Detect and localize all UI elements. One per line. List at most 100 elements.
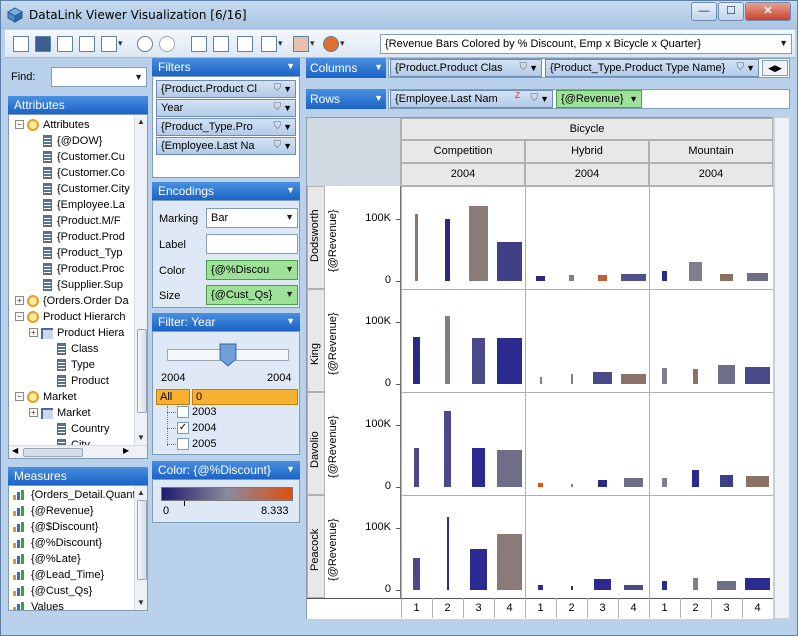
scroll-up-icon[interactable]: ▲: [137, 117, 145, 126]
chevron-down-icon[interactable]: ▼: [286, 464, 295, 474]
chart-bar[interactable]: [413, 337, 420, 384]
attribute-item[interactable]: {Employee.La: [9, 197, 134, 213]
measure-item[interactable]: {@$Discount}: [9, 519, 134, 535]
layout-icon[interactable]: [191, 36, 207, 52]
chart-bar[interactable]: [597, 479, 608, 487]
chevron-down-icon[interactable]: ▼: [283, 103, 292, 113]
chevron-down-icon[interactable]: ▼: [629, 94, 638, 104]
year-slider-thumb[interactable]: [219, 343, 237, 367]
year-all-button[interactable]: All: [156, 389, 190, 405]
columns-scroll-buttons[interactable]: ◀▶: [762, 60, 788, 76]
scroll-right-icon[interactable]: ▶: [775, 63, 782, 73]
measure-item[interactable]: {Orders_Detail.Quant: [9, 487, 136, 503]
color-fill-icon[interactable]: [323, 36, 345, 52]
chart-bar[interactable]: [624, 478, 643, 487]
attribute-item[interactable]: − Attributes: [9, 117, 134, 133]
year-checkbox[interactable]: [177, 406, 189, 418]
chart-bar[interactable]: [497, 338, 522, 384]
attribute-item[interactable]: {Product_Typ: [9, 245, 134, 261]
attributes-scrollbar[interactable]: ▲ ▼: [134, 115, 147, 445]
scroll-down-icon[interactable]: ▼: [137, 433, 145, 442]
measure-item[interactable]: {@%Late}: [9, 551, 134, 567]
chevron-down-icon[interactable]: ▼: [286, 185, 295, 195]
attributes-hscroll-thumb[interactable]: [23, 448, 83, 457]
chart-bar[interactable]: [662, 271, 667, 281]
undo-icon[interactable]: [137, 36, 153, 52]
chart-bar[interactable]: [570, 586, 573, 590]
measure-item[interactable]: Values: [9, 599, 134, 610]
expand-icon[interactable]: +: [29, 408, 38, 417]
chart-bar[interactable]: [471, 447, 486, 487]
chart-bar[interactable]: [415, 213, 418, 281]
attribute-item[interactable]: Type: [9, 357, 134, 373]
collapse-icon[interactable]: −: [15, 120, 24, 129]
measures-scroll-thumb[interactable]: [137, 500, 147, 580]
chart-bar[interactable]: [746, 475, 769, 487]
chart-bar[interactable]: [719, 274, 734, 281]
chart-bar[interactable]: [537, 483, 544, 487]
attribute-item[interactable]: − Market: [9, 389, 134, 405]
filter-pill[interactable]: Year ⛉ ▼: [156, 99, 296, 117]
year-count-field[interactable]: 0: [192, 389, 298, 405]
chart-bar[interactable]: [535, 276, 546, 281]
measure-item[interactable]: {@Revenue}: [9, 503, 134, 519]
chevron-down-icon[interactable]: ▼: [283, 122, 292, 132]
chart-bar[interactable]: [497, 449, 522, 487]
chart-bar[interactable]: [719, 474, 734, 487]
measure-item[interactable]: {@%Discount}: [9, 535, 134, 551]
measures-scrollbar[interactable]: ▲ ▼: [134, 486, 147, 610]
attribute-item[interactable]: {Supplier.Sup: [9, 277, 134, 293]
chart-bar[interactable]: [444, 410, 451, 487]
chart-bar[interactable]: [413, 557, 420, 590]
filter-pill[interactable]: {Employee.Last Na ⛉ ▼: [156, 137, 296, 155]
rows-pill-revenue[interactable]: {@Revenue} ▼: [556, 90, 642, 108]
visualization-canvas[interactable]: Bicycle Competition 2004 Hybrid 2004 Mountain…: [306, 117, 773, 619]
chart-bar[interactable]: [661, 477, 668, 487]
chart-bar[interactable]: [469, 206, 488, 281]
chart-bar[interactable]: [747, 272, 768, 281]
rows-pill-employee[interactable]: {Employee.Last Nam Z ⛉ ▼: [390, 90, 553, 108]
chart-bar[interactable]: [568, 275, 575, 281]
color-field[interactable]: {@%Discou ▼: [206, 260, 298, 280]
expand-icon[interactable]: +: [29, 328, 38, 337]
chart-type-icon[interactable]: [293, 36, 315, 52]
chart-bar[interactable]: [621, 274, 646, 281]
chart-bar[interactable]: [688, 262, 703, 281]
chevron-down-icon[interactable]: ▼: [283, 84, 292, 94]
chevron-down-icon[interactable]: ▼: [286, 61, 295, 71]
chevron-down-icon[interactable]: ▼: [529, 63, 538, 73]
minimize-button[interactable]: —: [691, 2, 717, 21]
expand-icon[interactable]: +: [15, 296, 24, 305]
scroll-up-icon[interactable]: ▲: [137, 488, 145, 497]
measure-item[interactable]: {@Lead_Time}: [9, 567, 134, 583]
collapse-icon[interactable]: −: [15, 312, 24, 321]
chart-bar[interactable]: [745, 577, 770, 590]
attribute-item[interactable]: Class: [9, 341, 134, 357]
visualization-selector[interactable]: {Revenue Bars Colored by % Discount, Emp…: [380, 34, 792, 54]
attribute-item[interactable]: {Customer.Cu: [9, 149, 134, 165]
attributes-tree[interactable]: − Attributes {@DOW} {Customer.Cu {Customer.C…: [8, 114, 148, 459]
attributes-scroll-thumb[interactable]: [137, 329, 147, 413]
chart-bar[interactable]: [570, 483, 573, 487]
chart-bar[interactable]: [718, 365, 735, 384]
copy-icon[interactable]: [79, 36, 95, 52]
chart-bar[interactable]: [745, 366, 770, 384]
chart-bar[interactable]: [624, 585, 643, 590]
chart-bar[interactable]: [445, 315, 450, 384]
scroll-left-icon[interactable]: ◀: [768, 63, 775, 73]
filter-pill[interactable]: {Product_Type.Pro ⛉ ▼: [156, 118, 296, 136]
find-input[interactable]: ▼: [51, 67, 147, 87]
sort-icon[interactable]: [261, 36, 283, 52]
columns-pill-product-class[interactable]: {Product.Product Clas ⛉ ▼: [390, 59, 542, 77]
redo-icon[interactable]: [159, 36, 175, 52]
year-checkbox[interactable]: [177, 438, 189, 450]
chevron-down-icon[interactable]: ▼: [374, 62, 383, 72]
label-field[interactable]: [206, 234, 298, 254]
size-field[interactable]: {@Cust_Qs} ▼: [206, 285, 298, 305]
save-icon[interactable]: [35, 36, 51, 52]
measure-item[interactable]: {@Cust_Qs}: [9, 583, 134, 599]
preview-icon[interactable]: [57, 36, 73, 52]
chart-bar[interactable]: [446, 516, 449, 590]
columns-pill-product-type[interactable]: {Product_Type.Product Type Name} ⛉ ▼: [545, 59, 759, 77]
scroll-down-icon[interactable]: ▼: [137, 598, 145, 607]
